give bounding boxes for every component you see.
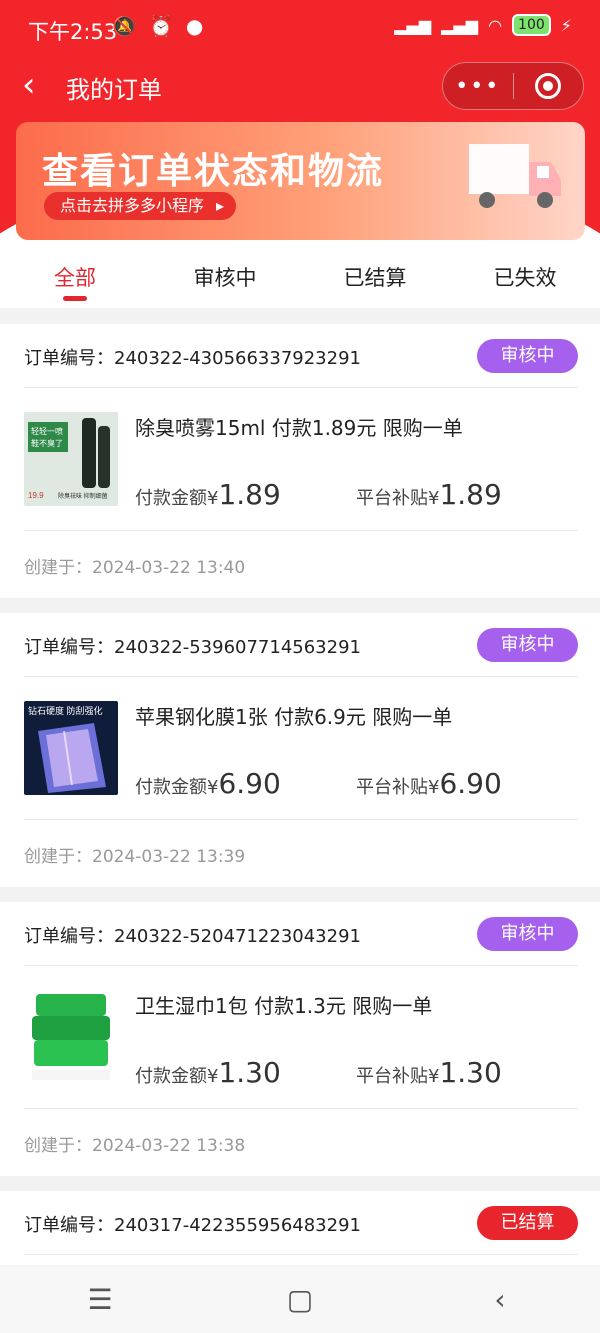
paid-amount: 付款金额¥1.89 [135,478,281,511]
wifi-icon: ◠ [488,15,503,35]
subsidy-amount: 平台补贴¥1.30 [356,1056,502,1089]
status-badge: 已结算 [477,1206,578,1240]
tab-expired[interactable]: 已失效 [450,240,600,308]
order-card[interactable]: 订单编号：240322-539607714563291 审核中 钻石硬度 防刮强… [0,613,600,887]
miniprogram-capsule: ••• [442,62,584,110]
home-icon[interactable]: ▢ [240,1283,360,1316]
subsidy-amount: 平台补贴¥1.89 [356,478,502,511]
status-badge: 审核中 [477,917,578,951]
product-image: 轻轻一喷 鞋不臭了 19.9 除臭祛味 抑制细菌 [24,412,118,506]
status-bar: 下午2:53 🔕 ⏰ ● ▂▄▆ ▂▄▆ ◠ 100 ⚡ [0,0,600,56]
thumb-text: 鞋不臭了 [31,438,63,448]
thumb-text: 轻轻一喷 [31,426,63,436]
order-card[interactable]: 订单编号：240322-430566337923291 审核中 轻轻一喷 鞋不臭… [0,324,600,598]
system-navigation-bar: ☰ ▢ ‹ [0,1265,600,1333]
order-card[interactable]: 订单编号：240322-520471223043291 审核中 卫生湿巾1包 付… [0,902,600,1176]
back-nav-icon[interactable]: ‹ [440,1283,560,1316]
more-menu-icon[interactable]: ••• [443,74,513,99]
subsidy-amount: 平台补贴¥6.90 [356,767,502,800]
mute-icon: 🔕 [112,14,137,38]
truck-icon [469,144,561,208]
product-name: 除臭喷雾15ml 付款1.89元 限购一单 [135,416,463,440]
status-badge: 审核中 [477,339,578,373]
tab-reviewing[interactable]: 审核中 [150,240,300,308]
created-time: 创建于：2024-03-22 13:40 [24,558,246,578]
created-time: 创建于：2024-03-22 13:38 [24,1136,246,1156]
order-number: 订单编号：240317-422355956483291 [24,1215,361,1236]
menu-icon[interactable]: ☰ [40,1283,160,1316]
tab-all[interactable]: 全部 [0,240,150,308]
product-image: 钻石硬度 防刮强化 [24,701,118,795]
order-list: 订单编号：240322-430566337923291 审核中 轻轻一喷 鞋不臭… [0,324,600,1286]
page-title: 我的订单 [66,76,162,104]
thumb-text: 19.9 [28,491,44,500]
created-time: 创建于：2024-03-22 13:39 [24,847,246,867]
product-name: 卫生湿巾1包 付款1.3元 限购一单 [135,994,433,1018]
order-number: 订单编号：240322-520471223043291 [24,926,361,947]
product-name: 苹果钢化膜1张 付款6.9元 限购一单 [135,705,453,729]
navigation-bar: ‹ 我的订单 ••• [0,58,600,114]
signal-icon-2: ▂▄▆ [441,15,479,35]
paid-amount: 付款金额¥6.90 [135,767,281,800]
status-time: 下午2:53 [28,20,118,44]
app-notification-icon: ● [185,14,204,38]
banner-title: 查看订单状态和物流 [42,151,385,192]
charging-icon: ⚡ [560,15,572,35]
order-tabs: 全部 审核中 已结算 已失效 [0,240,600,308]
order-card[interactable]: 订单编号：240317-422355956483291 已结算 [0,1191,600,1271]
tab-settled[interactable]: 已结算 [300,240,450,308]
back-icon[interactable]: ‹ [22,68,36,102]
logistics-banner[interactable]: 查看订单状态和物流 点击去拼多多小程序 [16,122,585,240]
close-miniprogram-icon[interactable] [514,73,584,99]
banner-button[interactable]: 点击去拼多多小程序 [44,192,237,220]
order-number: 订单编号：240322-539607714563291 [24,637,361,658]
thumb-text: 除臭祛味 抑制细菌 [58,492,108,500]
status-badge: 审核中 [477,628,578,662]
paid-amount: 付款金额¥1.30 [135,1056,281,1089]
alarm-icon: ⏰ [148,14,174,38]
order-number: 订单编号：240322-430566337923291 [24,348,361,369]
product-image [24,990,118,1084]
thumb-text: 钻石硬度 防刮强化 [28,705,103,716]
battery-icon: 100 [512,14,551,36]
signal-icon: ▂▄▆ [394,15,432,35]
